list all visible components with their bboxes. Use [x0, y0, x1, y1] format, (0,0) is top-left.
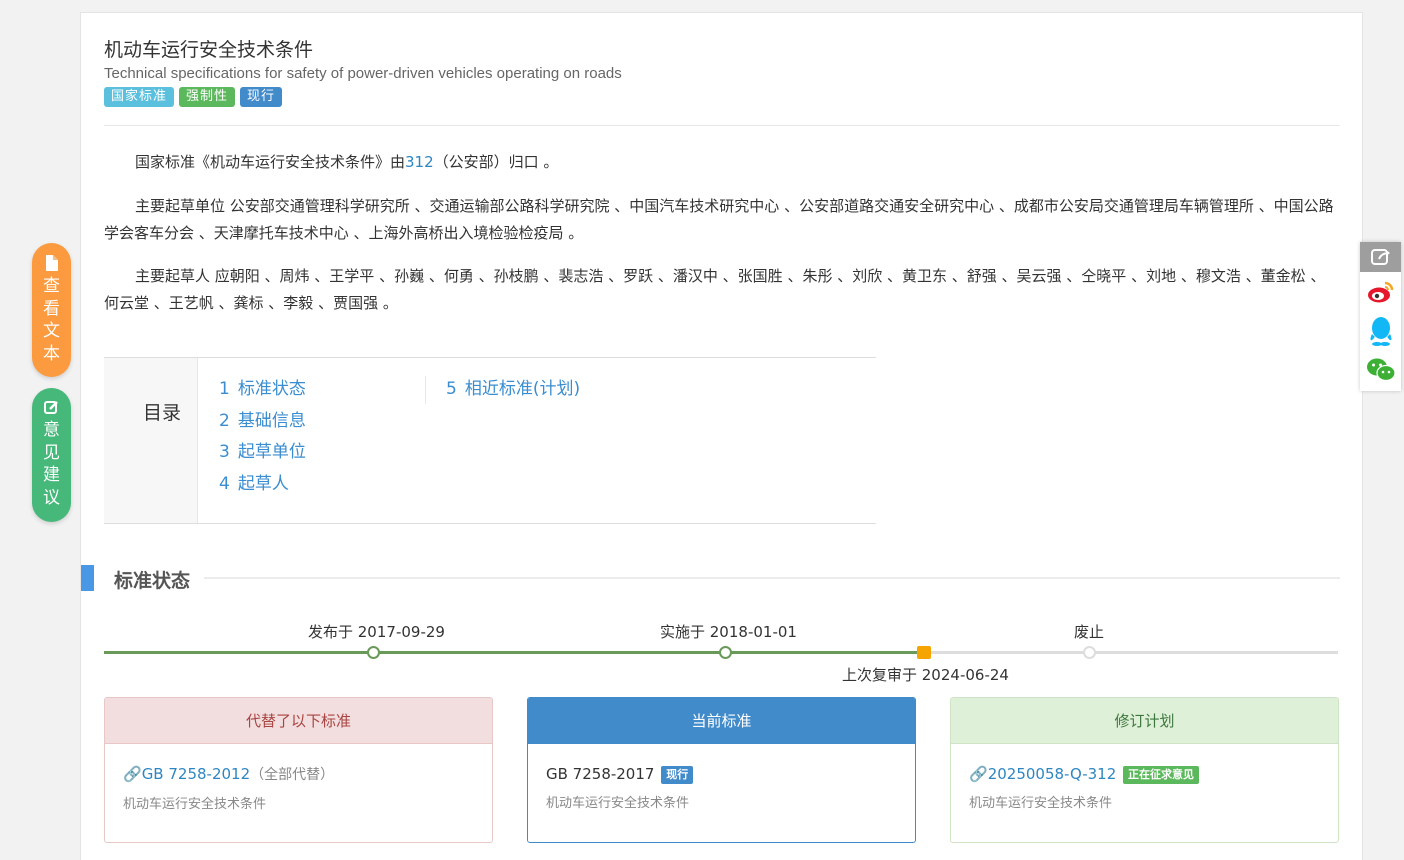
plan-link[interactable]: 20250058-Q-312 [988, 765, 1117, 783]
standard-line: 🔗GB 7258-2012（全部代替） [123, 764, 474, 785]
card-header: 代替了以下标准 [105, 698, 492, 744]
toc-column-2: 5 相近标准(计划) [425, 376, 580, 404]
feedback-button[interactable]: 意 见 建 议 [32, 388, 71, 522]
button-char: 意 [43, 420, 60, 440]
toc-item-drafters[interactable]: 4 起草人 [219, 471, 306, 503]
toc-item-label: 相近标准(计划) [464, 379, 581, 399]
toc-item-number: 3 [219, 442, 230, 462]
document-icon [46, 255, 58, 271]
button-char: 见 [43, 442, 60, 463]
section-rule [204, 577, 1340, 579]
page-title: 机动车运行安全技术条件 [104, 39, 314, 61]
intro-paragraph-drafting-units: 主要起草单位 公安部交通管理科学研究所 、交通运输部公路科学研究院 、中国汽车技… [104, 197, 1334, 242]
button-char: 议 [43, 487, 60, 508]
standard-description: 机动车运行安全技术条件 [546, 796, 690, 811]
edit-icon [44, 401, 58, 414]
toc-item-number: 1 [219, 379, 230, 399]
committee-link[interactable]: 312 [405, 153, 434, 171]
card-current-standard: 当前标准 GB 7258-2017 现行 机动车运行安全技术条件 [527, 697, 916, 843]
status-badge: 现行 [661, 766, 694, 784]
card-header: 当前标准 [528, 698, 915, 744]
standard-line: GB 7258-2017 现行 [546, 764, 897, 784]
toc-item-number: 2 [219, 410, 230, 431]
button-char: 建 [43, 465, 60, 485]
timeline-dot-published [367, 646, 380, 659]
toc-item-label: 标准状态 [237, 379, 306, 399]
wechat-icon [1366, 358, 1396, 381]
card-body: GB 7258-2017 现行 机动车运行安全技术条件 [528, 744, 915, 831]
header-divider [104, 125, 1340, 126]
button-char: 本 [43, 343, 60, 364]
timeline-dot-abolished [1083, 646, 1096, 659]
card-body: 🔗GB 7258-2012（全部代替） 机动车运行安全技术条件 [105, 744, 492, 832]
status-badge: 正在征求意见 [1123, 766, 1200, 784]
toc-item-similar-standards[interactable]: 5 相近标准(计划) [446, 376, 580, 408]
toc-heading-cell: 目录 [104, 358, 198, 523]
button-char: 文 [43, 321, 60, 341]
main-content-panel: 机动车运行安全技术条件 Technical specifications for… [80, 12, 1363, 860]
toc-item-label: 起草人 [237, 473, 289, 494]
badge-current: 现行 [240, 87, 283, 107]
page-subtitle-en: Technical specifications for safety of p… [104, 65, 622, 82]
share-toggle-button[interactable] [1360, 242, 1401, 272]
badge-mandatory: 强制性 [179, 87, 236, 107]
toc-item-label: 起草单位 [237, 442, 306, 462]
timeline-label-abolished: 废止 [1074, 623, 1105, 641]
timeline-progress-line [104, 651, 924, 654]
standard-description: 机动车运行安全技术条件 [123, 797, 267, 812]
button-char: 查 [43, 276, 60, 296]
status-timeline: 发布于 2017-09-29 实施于 2018-01-01 废止 上次复审于 2… [104, 613, 1340, 693]
card-header: 修订计划 [951, 698, 1338, 744]
badge-group: 国家标准 强制性 现行 [104, 87, 283, 107]
intro-paragraph-committee: 国家标准《机动车运行安全技术条件》由312（公安部）归口 。 [104, 149, 1340, 176]
timeline-label-published: 发布于 2017-09-29 [308, 623, 445, 641]
timeline-marker-review [917, 646, 931, 659]
link-icon: 🔗 [969, 765, 988, 783]
toc-item-number: 4 [219, 473, 230, 494]
intro-text: 国家标准《机动车运行安全技术条件》由 [135, 153, 406, 171]
standard-link[interactable]: GB 7258-2012 [142, 765, 250, 783]
card-replaced-standards: 代替了以下标准 🔗GB 7258-2012（全部代替） 机动车运行安全技术条件 [104, 697, 493, 843]
share-sidebar [1360, 242, 1401, 391]
toc-item-label: 基础信息 [237, 410, 306, 431]
qq-icon [1370, 316, 1391, 346]
standard-description: 机动车运行安全技术条件 [969, 796, 1113, 811]
timeline-label-last-review: 上次复审于 2024-06-24 [842, 666, 1009, 684]
section-title-status: 标准状态 [114, 570, 191, 592]
badge-national-standard: 国家标准 [104, 87, 175, 107]
standard-line: 🔗20250058-Q-312 正在征求意见 [969, 764, 1320, 784]
replacement-note: （全部代替） [250, 767, 335, 783]
table-of-contents: 目录 1 标准状态 2 基础信息 3 起草单位 4 起草人 5 相近标准(计划) [104, 357, 876, 524]
section-marker [81, 565, 94, 591]
toc-heading: 目录 [142, 402, 181, 424]
button-char: 看 [43, 298, 60, 319]
toc-item-basic-info[interactable]: 2 基础信息 [219, 408, 306, 440]
toc-item-number: 5 [446, 379, 457, 399]
timeline-label-implemented: 实施于 2018-01-01 [660, 623, 797, 641]
timeline-dot-implemented [719, 646, 732, 659]
timeline-remaining-line [924, 651, 1338, 654]
weibo-icon [1367, 281, 1393, 302]
share-qq-button[interactable] [1360, 311, 1401, 350]
toc-column-1: 1 标准状态 2 基础信息 3 起草单位 4 起草人 [219, 376, 306, 502]
share-weibo-button[interactable] [1360, 272, 1401, 311]
card-revision-plan: 修订计划 🔗20250058-Q-312 正在征求意见 机动车运行安全技术条件 [950, 697, 1339, 843]
card-body: 🔗20250058-Q-312 正在征求意见 机动车运行安全技术条件 [951, 744, 1338, 831]
share-wechat-button[interactable] [1360, 350, 1401, 389]
intro-paragraph-drafters: 主要起草人 应朝阳 、周炜 、王学平 、孙巍 、何勇 、孙枝鹏 、裴志浩 、罗跃… [104, 267, 1326, 312]
standard-code: GB 7258-2017 [546, 765, 655, 783]
share-icon [1370, 249, 1390, 265]
link-icon: 🔗 [123, 765, 142, 783]
toc-item-status[interactable]: 1 标准状态 [219, 376, 306, 408]
intro-text-suffix: （公安部）归口 。 [433, 153, 559, 171]
view-text-button[interactable]: 查 看 文 本 [32, 243, 71, 377]
toc-item-drafting-units[interactable]: 3 起草单位 [219, 439, 306, 471]
